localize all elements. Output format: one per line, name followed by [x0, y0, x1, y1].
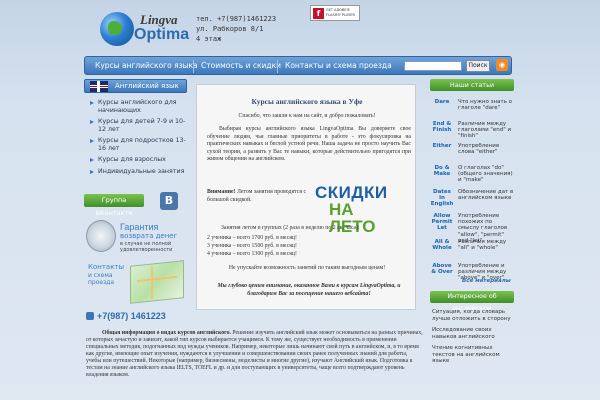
article-item[interactable]: End & Finish Различия между глаголами "en… [430, 121, 514, 139]
phone-number-text: +7(987) 1461223 [97, 311, 166, 321]
guarantee-note: в случае не полной удовлетворенности [120, 241, 173, 253]
flash-badge-text: GET ADOBE® FLASH® PLAYER [326, 8, 355, 17]
search-input[interactable] [404, 61, 462, 71]
page-title: Курсы английского языка в Уфе [251, 97, 363, 106]
map-thumbnail [130, 260, 184, 304]
contacts-title: Контакты [88, 263, 125, 271]
guarantee-subtitle: возврата денег [120, 232, 178, 240]
nav-separator [193, 60, 194, 73]
article-item[interactable]: Dare Что нужно знать о глаголе "dare" [430, 99, 514, 117]
article-item[interactable]: Either Употребление слова "either" [430, 143, 514, 161]
info-item[interactable]: Чтение когнитивных текстов на английском… [432, 345, 514, 365]
info-item[interactable]: Ситуация, когда словарь лучше отложить в… [432, 309, 514, 322]
course-menu: Курсы английского для начинающих Курсы д… [84, 93, 187, 175]
article-label: Above & Over [431, 263, 453, 275]
search-button[interactable]: Поиск [466, 60, 490, 72]
header-address: ул. Рабкоров 8/1 [196, 25, 264, 33]
promo-line1: СКИДКИ [315, 183, 388, 202]
vk-group-button[interactable]: Группа ВКонтакте [84, 194, 144, 217]
guarantee-banner[interactable]: Гарантия возврата денег в случае не полн… [84, 218, 186, 258]
price-line-4: 4 ученика – всего 1300 руб. в месяц! [207, 251, 297, 257]
rss-icon[interactable]: ◉ [496, 59, 508, 71]
nav-separator [277, 60, 278, 73]
guarantee-seal-icon [86, 220, 116, 252]
article-item[interactable]: All & Whole Различия между "all" и "whole… [430, 239, 514, 257]
article-title: Различия между глаголами "end" и "finish… [458, 121, 512, 140]
left-sidebar: Английский язык Курсы английского для на… [84, 79, 187, 179]
article-item[interactable]: Dates in English Обозначение дат в англий… [430, 189, 514, 207]
guarantee-title: Гарантия [120, 222, 159, 232]
menu-item-beginners[interactable]: Курсы английского для начинающих [90, 99, 187, 114]
site-header: Lingva Optima тел. +7(987)1461223 ул. Ра… [0, 0, 600, 55]
nav-item-contacts[interactable]: Контакты и схема проезда [285, 57, 392, 76]
uk-flag-icon [90, 81, 108, 92]
article-label: End & Finish [432, 121, 452, 133]
articles-header: Наши статьи [430, 79, 514, 91]
interesting-header: Интересное об английском [430, 291, 514, 312]
info-item[interactable]: Исследование своих навыков английского [432, 327, 514, 340]
site-logo[interactable]: Lingva Optima [100, 8, 190, 48]
price-line-2: 2 ученика – всего 1700 руб. в месяц! [207, 235, 297, 241]
header-floor: 4 этаж [196, 35, 222, 43]
contacts-subtitle: и схема проезда [88, 272, 115, 286]
menu-item-kids[interactable]: Курсы для детей 7-9 и 10-12 лет [90, 118, 187, 133]
general-info-text: Общая информация о видах курсов английск… [86, 330, 424, 379]
menu-item-teens[interactable]: Курсы для подростков 13-16 лет [90, 137, 187, 152]
general-info-heading: Общая информация о видах курсов английск… [102, 330, 231, 336]
sidebar-title: Английский язык [115, 82, 179, 90]
summer-notice-bold: Внимание! [207, 189, 236, 195]
general-info-body: Решение изучить английский язык может ос… [86, 330, 423, 378]
article-title: Различия между "all" и "whole" [458, 239, 507, 252]
flash-player-badge[interactable]: f GET ADOBE® FLASH® PLAYER [310, 5, 360, 21]
vk-icon[interactable]: B [160, 192, 178, 210]
flash-icon: f [313, 8, 324, 19]
menu-item-adults[interactable]: Курсы для взрослых [90, 156, 187, 164]
article-label: All & Whole [432, 239, 452, 251]
summer-groups-text: Занятия летом в группах (2 раза в неделю… [221, 225, 360, 231]
menu-item-individual[interactable]: Индивидуальные занятия [90, 168, 187, 176]
article-title: О глаголах "do" (общего значения) и "mak… [458, 165, 513, 184]
nav-item-prices[interactable]: Стоимость и скидки [201, 57, 281, 76]
phone-icon [86, 312, 94, 320]
thank-you-text: Мы глубоко ценим внимание, оказанное Вам… [217, 283, 401, 297]
article-item[interactable]: Do & Make О глаголах "do" (общего значени… [430, 165, 514, 183]
summer-discount-banner: СКИДКИ НА ЛЕТО [315, 183, 395, 235]
article-item[interactable]: Allow Permit Let Употребление похожих по … [430, 213, 514, 244]
price-line-3: 3 ученика – всего 1500 руб. в месяц! [207, 243, 297, 249]
phone-number: +7(987) 1461223 [86, 311, 166, 321]
article-title: Что нужно знать о глаголе "dare" [458, 99, 513, 112]
right-sidebar: Наши статьи Dare Что нужно знать о глагол… [430, 79, 514, 281]
article-title: Обозначение дат в английском языке [458, 189, 514, 202]
contacts-banner[interactable]: Контакты и схема проезда [84, 260, 186, 304]
welcome-text: Спасибо, что зашли к нам на сайт, и добр… [238, 113, 376, 119]
summer-notice: Внимание! Летом занятия проводятся с бол… [207, 189, 307, 204]
price-cta: Не упускайте возможность занятий по таки… [228, 265, 386, 271]
header-phone: тел. +7(987)1461223 [196, 15, 277, 23]
header-contact: тел. +7(987)1461223 ул. Рабкоров 8/1 4 э… [196, 14, 276, 44]
article-label: Do & Make [433, 165, 451, 177]
main-content: Курсы английского языка в Уфе Спасибо, ч… [196, 84, 416, 310]
logo-text-optima: Optima [134, 26, 190, 43]
article-label: Dare [434, 99, 450, 105]
article-title: Употребление слова "either" [458, 143, 500, 156]
all-materials-link[interactable]: Все материалы [462, 278, 511, 284]
nav-item-courses[interactable]: Курсы английского языка [95, 57, 198, 76]
article-label: Allow Permit Let [431, 213, 453, 231]
globe-icon [100, 12, 134, 46]
article-label: Dates in English [430, 189, 454, 207]
sidebar-header: Английский язык [84, 79, 187, 93]
article-label: Either [432, 143, 452, 149]
intro-paragraph: Выбирая курсы английского языка LingvaOp… [207, 126, 411, 162]
